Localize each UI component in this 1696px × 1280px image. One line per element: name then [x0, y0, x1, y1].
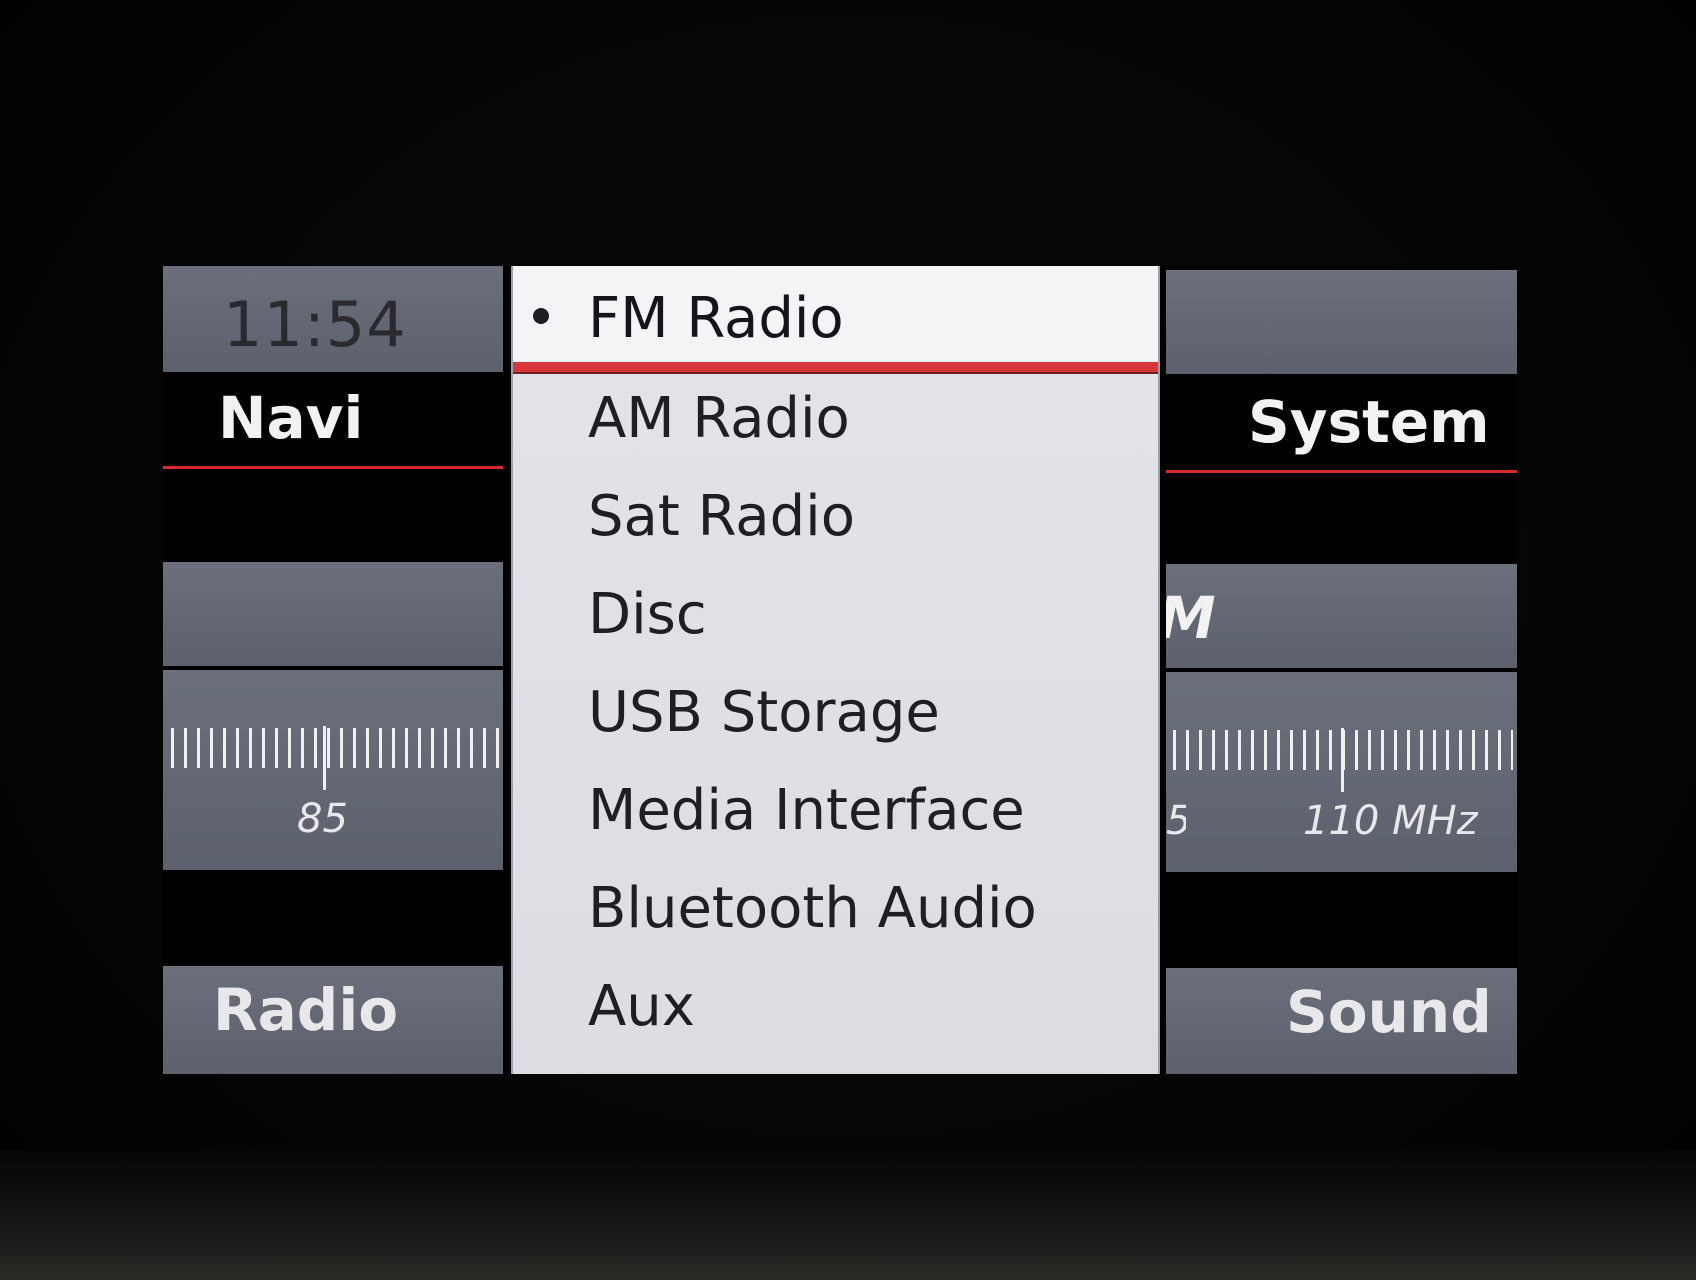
- source-item-bluetooth-audio[interactable]: Bluetooth Audio: [588, 876, 1037, 941]
- major-tick-85: [323, 726, 326, 790]
- selected-row-underline: [513, 362, 1158, 374]
- source-dropdown: FM Radio AM Radio Sat Radio Disc USB Sto…: [503, 266, 1166, 1074]
- source-item-am-radio[interactable]: AM Radio: [588, 386, 850, 451]
- navi-menu-item[interactable]: Navi: [218, 384, 363, 452]
- clock-bar: 11:54: [163, 266, 503, 372]
- navi-underline: [163, 466, 503, 469]
- dashboard-trim: [0, 1150, 1696, 1280]
- radio-menu-item[interactable]: Radio: [213, 976, 398, 1044]
- status-bar-right: [1166, 270, 1517, 374]
- clock: 11:54: [223, 288, 407, 361]
- system-menu-item[interactable]: System: [1248, 388, 1490, 456]
- source-item-fm-radio[interactable]: FM Radio: [588, 286, 844, 351]
- head-unit-screen: 11:54 Navi System M 85 5 110 MHz Radio S…: [163, 266, 1517, 1074]
- scale-label-85: 85: [297, 796, 348, 842]
- sound-menu-item[interactable]: Sound: [1286, 978, 1492, 1046]
- source-item-disc[interactable]: Disc: [588, 582, 707, 647]
- frequency-ticks-left: [171, 728, 501, 768]
- system-underline: [1166, 470, 1517, 473]
- source-item-aux[interactable]: Aux: [588, 974, 695, 1039]
- source-item-media-interface[interactable]: Media Interface: [588, 778, 1025, 843]
- scale-label-110: 110 MHz: [1303, 798, 1478, 844]
- scale-label-partial: 5: [1166, 798, 1186, 844]
- band-label: M: [1166, 584, 1226, 652]
- major-tick-110: [1341, 728, 1344, 792]
- source-dropdown-panel: FM Radio AM Radio Sat Radio Disc USB Sto…: [511, 266, 1160, 1074]
- bullet-icon: [533, 308, 549, 324]
- source-item-usb-storage[interactable]: USB Storage: [588, 680, 940, 745]
- station-bar-left: [163, 562, 503, 666]
- source-item-sat-radio[interactable]: Sat Radio: [588, 484, 855, 549]
